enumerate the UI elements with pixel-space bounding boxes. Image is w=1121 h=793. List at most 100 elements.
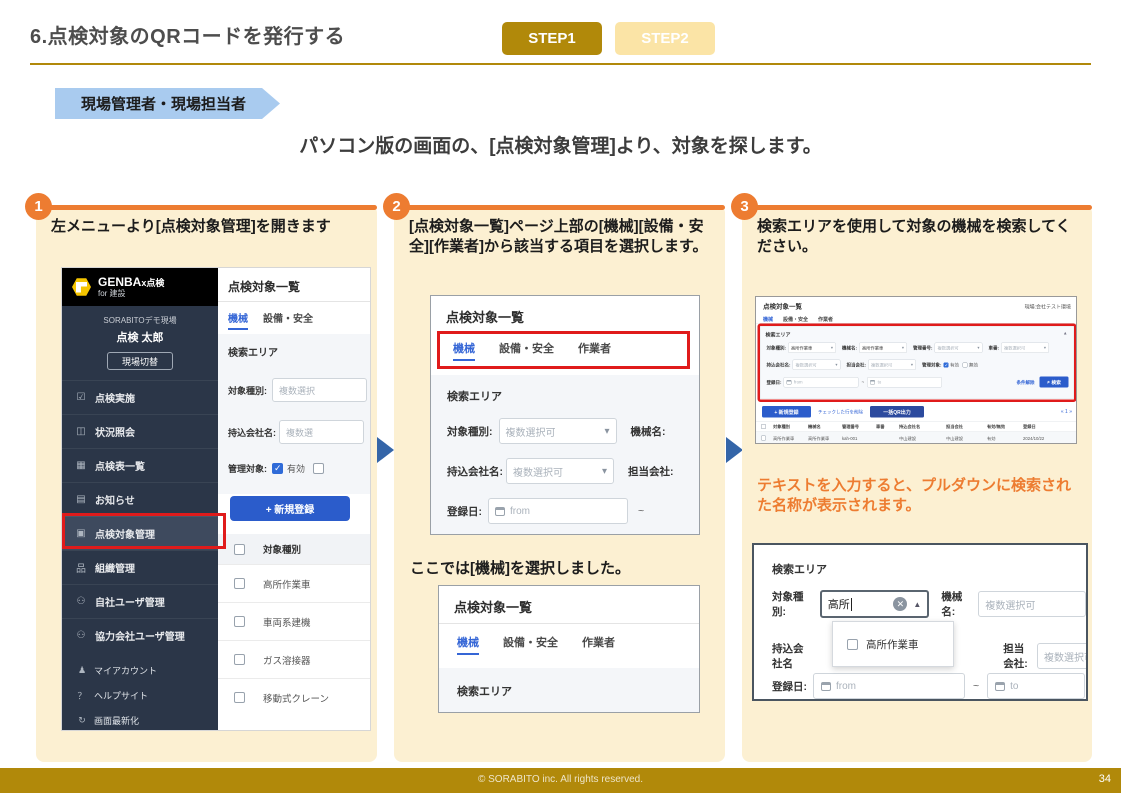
table-row[interactable]: 移動式クレーン	[218, 678, 370, 716]
company-select[interactable]: 複数選	[279, 420, 364, 444]
date-from-input[interactable]: from	[813, 673, 965, 699]
sidebar-item-my-account[interactable]: ♟ マイアカウント	[62, 658, 218, 683]
sidebar-item-label: 協力会社ユーザ管理	[95, 632, 185, 643]
company-select[interactable]: 複数選択可 ▾	[506, 458, 614, 484]
tab-machine[interactable]: 機械	[457, 634, 479, 655]
sidebar-item-organization[interactable]: 品組織管理	[62, 550, 218, 584]
sidebar-item-news[interactable]: ▤ お知らせ	[62, 482, 218, 516]
role-badge: 現場管理者・現場担当者	[55, 88, 280, 119]
sidebar-item-help[interactable]: ？ ヘルプサイト	[62, 683, 218, 708]
checkbox-label: 有効	[287, 464, 306, 474]
tab-equipment-safety[interactable]: 設備・安全	[503, 634, 558, 655]
brand-suffix: x点検	[141, 277, 165, 288]
tab-bar: 機械 設備・安全	[228, 310, 313, 330]
app-logo: GENBAx点検 for 建設	[62, 268, 218, 306]
step-number-1: 1	[25, 193, 52, 220]
managed-active-checkbox[interactable]	[272, 463, 283, 474]
pagination[interactable]: « 1 »	[1061, 409, 1072, 415]
new-register-button[interactable]: + 新規登録	[762, 406, 811, 418]
table-row[interactable]: 高所作業車 高所作業車 kah-001 中山建設 中山建設 有効 2024/10…	[756, 432, 1076, 443]
row-checkbox[interactable]	[234, 654, 245, 665]
row-checkbox[interactable]	[234, 692, 245, 703]
sidebar-item-label: マイアカウント	[94, 666, 158, 676]
app-sidebar: GENBAx点検 for 建設 SORABITOデモ現場 点検 太郎 現場切替 …	[62, 268, 226, 730]
switch-site-button[interactable]: 現場切替	[107, 352, 173, 370]
app-page-title: 点検対象一覧	[446, 310, 525, 325]
row-checkbox[interactable]	[234, 578, 245, 589]
sidebar-item-company-users[interactable]: ⚇ 自社ユーザ管理	[62, 584, 218, 618]
sidebar-item-label: 点検実施	[95, 394, 135, 405]
table-row[interactable]: 高所作業車	[218, 564, 370, 602]
dropdown-panel: 高所作業車	[832, 621, 954, 667]
table-row[interactable]: 車両系建機	[218, 602, 370, 640]
panel-2: 2 [点検対象一覧]ページ上部の[機械][設備・安全][作業者]から該当する項目…	[383, 193, 725, 762]
step1-button[interactable]: STEP1	[502, 22, 602, 55]
field-date: 登録日: from ~	[447, 498, 644, 524]
highlight-box-tabs	[437, 331, 690, 369]
target-type-select[interactable]: 複数選択可 ▾	[498, 418, 617, 444]
checked-rows-link[interactable]: チェックした行を削除	[818, 409, 863, 416]
app-page-title: 点検対象一覧	[763, 302, 803, 311]
select-all-checkbox[interactable]	[761, 424, 766, 429]
sidebar-item-checklist[interactable]: ▦ 点検表一覧	[62, 448, 218, 482]
machine-name-select[interactable]: 複数選択可	[978, 591, 1086, 617]
genba-logo-icon	[72, 278, 91, 296]
refresh-icon: ↻	[78, 715, 86, 725]
panel-top-bar	[402, 205, 725, 210]
sidebar-item-label: 点検表一覧	[95, 462, 145, 473]
app-screenshot-sidebar: GENBAx点検 for 建設 SORABITOデモ現場 点検 太郎 現場切替 …	[62, 268, 370, 730]
sidebar-item-inspection[interactable]: ☑ 点検実施	[62, 380, 218, 414]
column-header: 車番	[876, 424, 885, 429]
cell-target-type: ガス溶接器	[263, 655, 311, 667]
placeholder: 複数選択可	[505, 427, 556, 439]
tab-equipment-safety[interactable]: 設備・安全	[263, 310, 313, 330]
tilde: ~	[638, 505, 645, 517]
clear-icon[interactable]: ✕	[893, 597, 908, 611]
help-icon: ？	[77, 691, 87, 701]
calendar-icon	[821, 681, 831, 691]
sidebar-item-label: 状況照会	[95, 428, 135, 439]
tab-worker[interactable]: 作業者	[582, 634, 615, 655]
in-charge-select[interactable]: 複数選択可	[1036, 643, 1086, 669]
row-checkbox[interactable]	[761, 435, 766, 441]
placeholder: 複数選択可	[513, 467, 563, 479]
search-area-label: 検索エリア	[772, 564, 827, 576]
sidebar-item-status[interactable]: ◫ 状況照会	[62, 414, 218, 448]
sidebar-item-refresh[interactable]: ↻ 画面最新化	[62, 708, 218, 730]
date-to-input[interactable]: to	[987, 673, 1086, 699]
step2-button[interactable]: STEP2	[615, 22, 715, 55]
header-divider	[30, 63, 1091, 65]
new-register-button[interactable]: + 新規登録	[230, 496, 350, 521]
status-board-icon: ◫	[76, 426, 86, 437]
highlight-box-target-management	[62, 513, 226, 549]
field-label: 持込会社名	[772, 643, 804, 670]
table-icon: ▦	[76, 460, 86, 471]
field-managed: 管理対象: 有効	[228, 462, 325, 475]
field-label: 対象種別:	[228, 385, 267, 396]
app-content: 点検対象一覧 機械 設備・安全 検索エリア 対象種別: 複数選択 持込会社名: …	[218, 268, 370, 730]
bulk-qr-button[interactable]: 一括QR出力	[870, 406, 925, 418]
managed-inactive-checkbox[interactable]	[313, 463, 325, 474]
field-label: 登録日:	[447, 505, 482, 518]
step-toggle: STEP1 STEP2	[502, 22, 715, 55]
divider	[218, 301, 370, 302]
sidebar-item-partner-users[interactable]: ⚇ 協力会社ユーザ管理	[62, 618, 218, 652]
field-company: 持込会社名: 複数選	[228, 420, 364, 444]
row-checkbox[interactable]	[234, 616, 245, 627]
table-row[interactable]: ガス溶接器	[218, 640, 370, 678]
sidebar-item-label: 組織管理	[95, 564, 135, 575]
step-number-3: 3	[731, 193, 758, 220]
subtitle: パソコン版の画面の、[点検対象管理]より、対象を探します。	[299, 136, 822, 157]
date-from-input[interactable]: from	[488, 498, 628, 524]
placeholder: 複数選	[286, 427, 314, 438]
table-header-row: 対象種別	[218, 534, 370, 564]
tab-machine[interactable]: 機械	[228, 310, 248, 330]
cell: 中山建設	[946, 436, 964, 441]
dropdown-option[interactable]: 高所作業車	[866, 637, 919, 652]
document-icon: ▤	[76, 494, 86, 505]
target-type-select[interactable]: 複数選択	[272, 378, 367, 402]
users-icon: ⚇	[76, 630, 86, 641]
target-type-input[interactable]: 高所 ✕ ▲	[819, 590, 930, 618]
select-all-checkbox[interactable]	[234, 543, 245, 555]
option-checkbox[interactable]	[847, 638, 858, 650]
